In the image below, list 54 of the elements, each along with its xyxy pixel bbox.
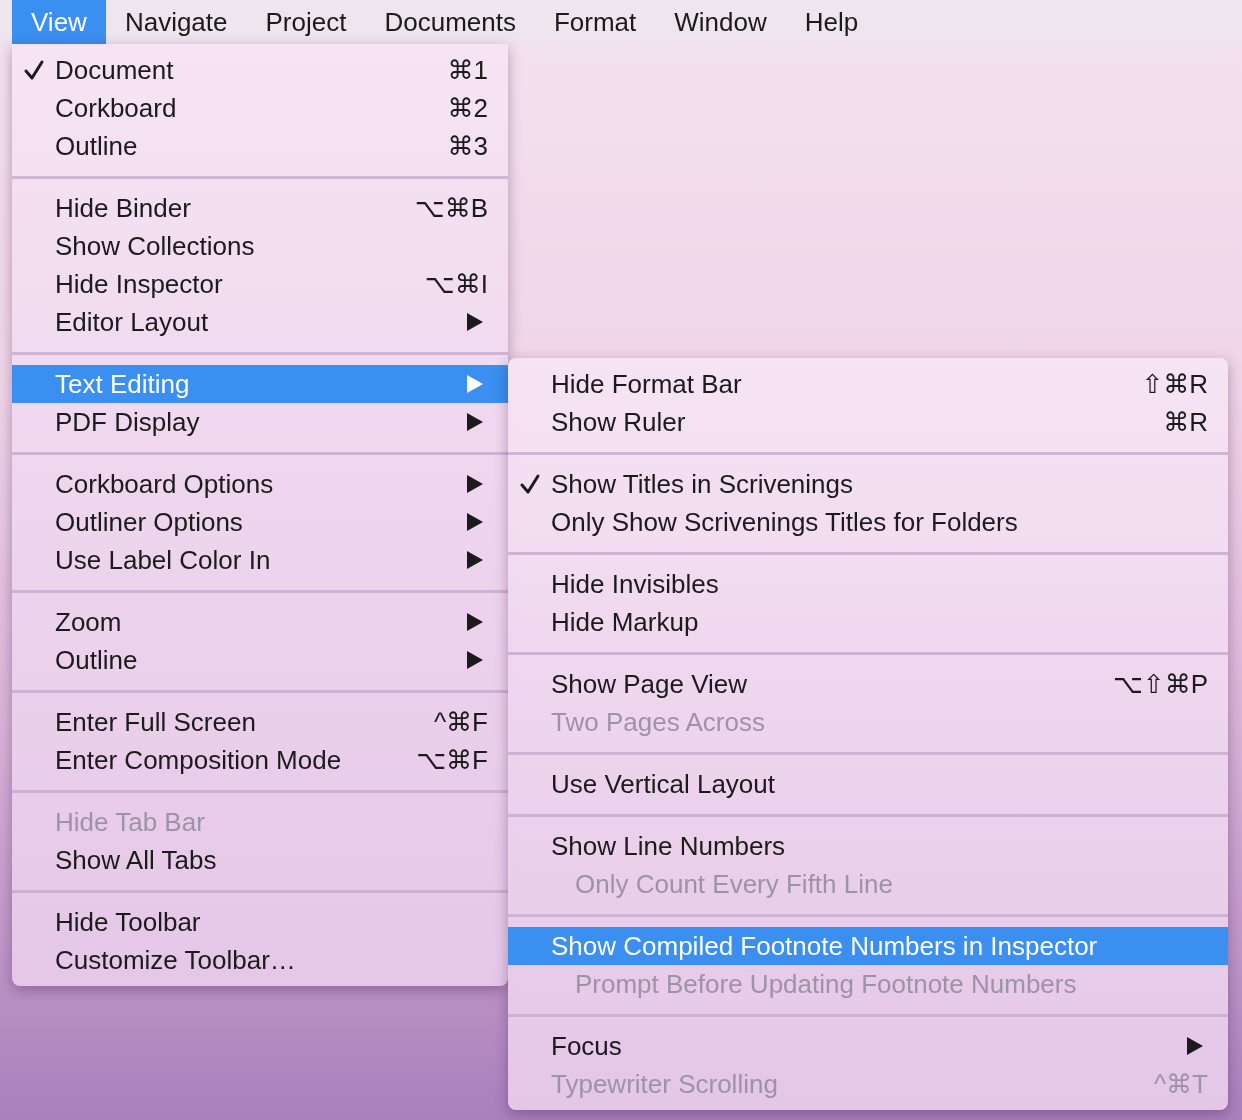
- menu-item[interactable]: Customize Toolbar…: [12, 941, 508, 979]
- submenu-arrow-icon: [1186, 1036, 1204, 1056]
- menu-bar-item[interactable]: Navigate: [105, 0, 247, 44]
- menu-bar-item[interactable]: Format: [534, 0, 656, 44]
- keyboard-shortcut: ⌥⌘B: [414, 192, 489, 224]
- submenu-arrow-icon: [466, 374, 484, 394]
- submenu-arrow-icon: [466, 650, 484, 670]
- menu-item[interactable]: Enter Composition Mode ⌥⌘F: [12, 741, 508, 779]
- menu-item[interactable]: Only Show Scrivenings Titles for Folders: [508, 503, 1228, 541]
- keyboard-shortcut: ⌥⌘F: [416, 744, 489, 776]
- menu-item[interactable]: Show Line Numbers: [508, 827, 1228, 865]
- submenu-arrow-icon: [466, 312, 484, 332]
- menu-item[interactable]: Zoom: [12, 603, 508, 641]
- menu-item[interactable]: Show Page View ⌥⇧⌘P: [508, 665, 1228, 703]
- menu-bar-item[interactable]: Project: [246, 0, 366, 44]
- keyboard-shortcut: ⌘3: [447, 130, 489, 162]
- menu-item[interactable]: Show Titles in Scrivenings: [508, 465, 1228, 503]
- menu-item[interactable]: Corkboard Options: [12, 465, 508, 503]
- menu-bar-item[interactable]: Window: [655, 0, 786, 44]
- submenu-arrow-icon: [466, 550, 484, 570]
- keyboard-shortcut: ⌘R: [1163, 406, 1209, 438]
- menu-item[interactable]: Editor Layout: [12, 303, 508, 341]
- keyboard-shortcut: ⌥⇧⌘P: [1112, 668, 1209, 700]
- keyboard-shortcut: ^⌘F: [433, 706, 489, 738]
- menu-item[interactable]: PDF Display: [12, 403, 508, 441]
- menu-item[interactable]: Hide Toolbar: [12, 903, 508, 941]
- menu-bar-item[interactable]: Documents: [365, 0, 535, 44]
- menu-item[interactable]: Hide Inspector ⌥⌘I: [12, 265, 508, 303]
- menu-item[interactable]: Corkboard ⌘2: [12, 89, 508, 127]
- menu-item[interactable]: Focus: [508, 1027, 1228, 1065]
- menu-item[interactable]: Use Vertical Layout: [508, 765, 1228, 803]
- menu-item[interactable]: Hide Format Bar ⇧⌘R: [508, 365, 1228, 403]
- menu-item[interactable]: Outliner Options: [12, 503, 508, 541]
- menu-item[interactable]: Outline: [12, 641, 508, 679]
- menu-item[interactable]: Outline ⌘3: [12, 127, 508, 165]
- submenu-arrow-icon: [466, 612, 484, 632]
- menu-item[interactable]: Hide Invisibles: [508, 565, 1228, 603]
- menu-item[interactable]: Show All Tabs: [12, 841, 508, 879]
- keyboard-shortcut: ⌘1: [447, 54, 489, 86]
- submenu-arrow-icon: [466, 474, 484, 494]
- menu-item[interactable]: Show Collections: [12, 227, 508, 265]
- submenu-arrow-icon: [466, 512, 484, 532]
- keyboard-shortcut: ^⌘T: [1153, 1068, 1209, 1100]
- menu-item[interactable]: Hide Markup: [508, 603, 1228, 641]
- menu-bar-item[interactable]: Help: [785, 0, 878, 44]
- keyboard-shortcut: ⌥⌘I: [424, 268, 489, 300]
- menu-item[interactable]: Use Label Color In: [12, 541, 508, 579]
- menu-item[interactable]: Hide Binder ⌥⌘B: [12, 189, 508, 227]
- keyboard-shortcut: ⌘2: [447, 92, 489, 124]
- keyboard-shortcut: ⇧⌘R: [1141, 368, 1209, 400]
- menu-item[interactable]: Document ⌘1: [12, 51, 508, 89]
- submenu-arrow-icon: [466, 412, 484, 432]
- menu-item[interactable]: Enter Full Screen ^⌘F: [12, 703, 508, 741]
- menu-item[interactable]: Show Ruler ⌘R: [508, 403, 1228, 441]
